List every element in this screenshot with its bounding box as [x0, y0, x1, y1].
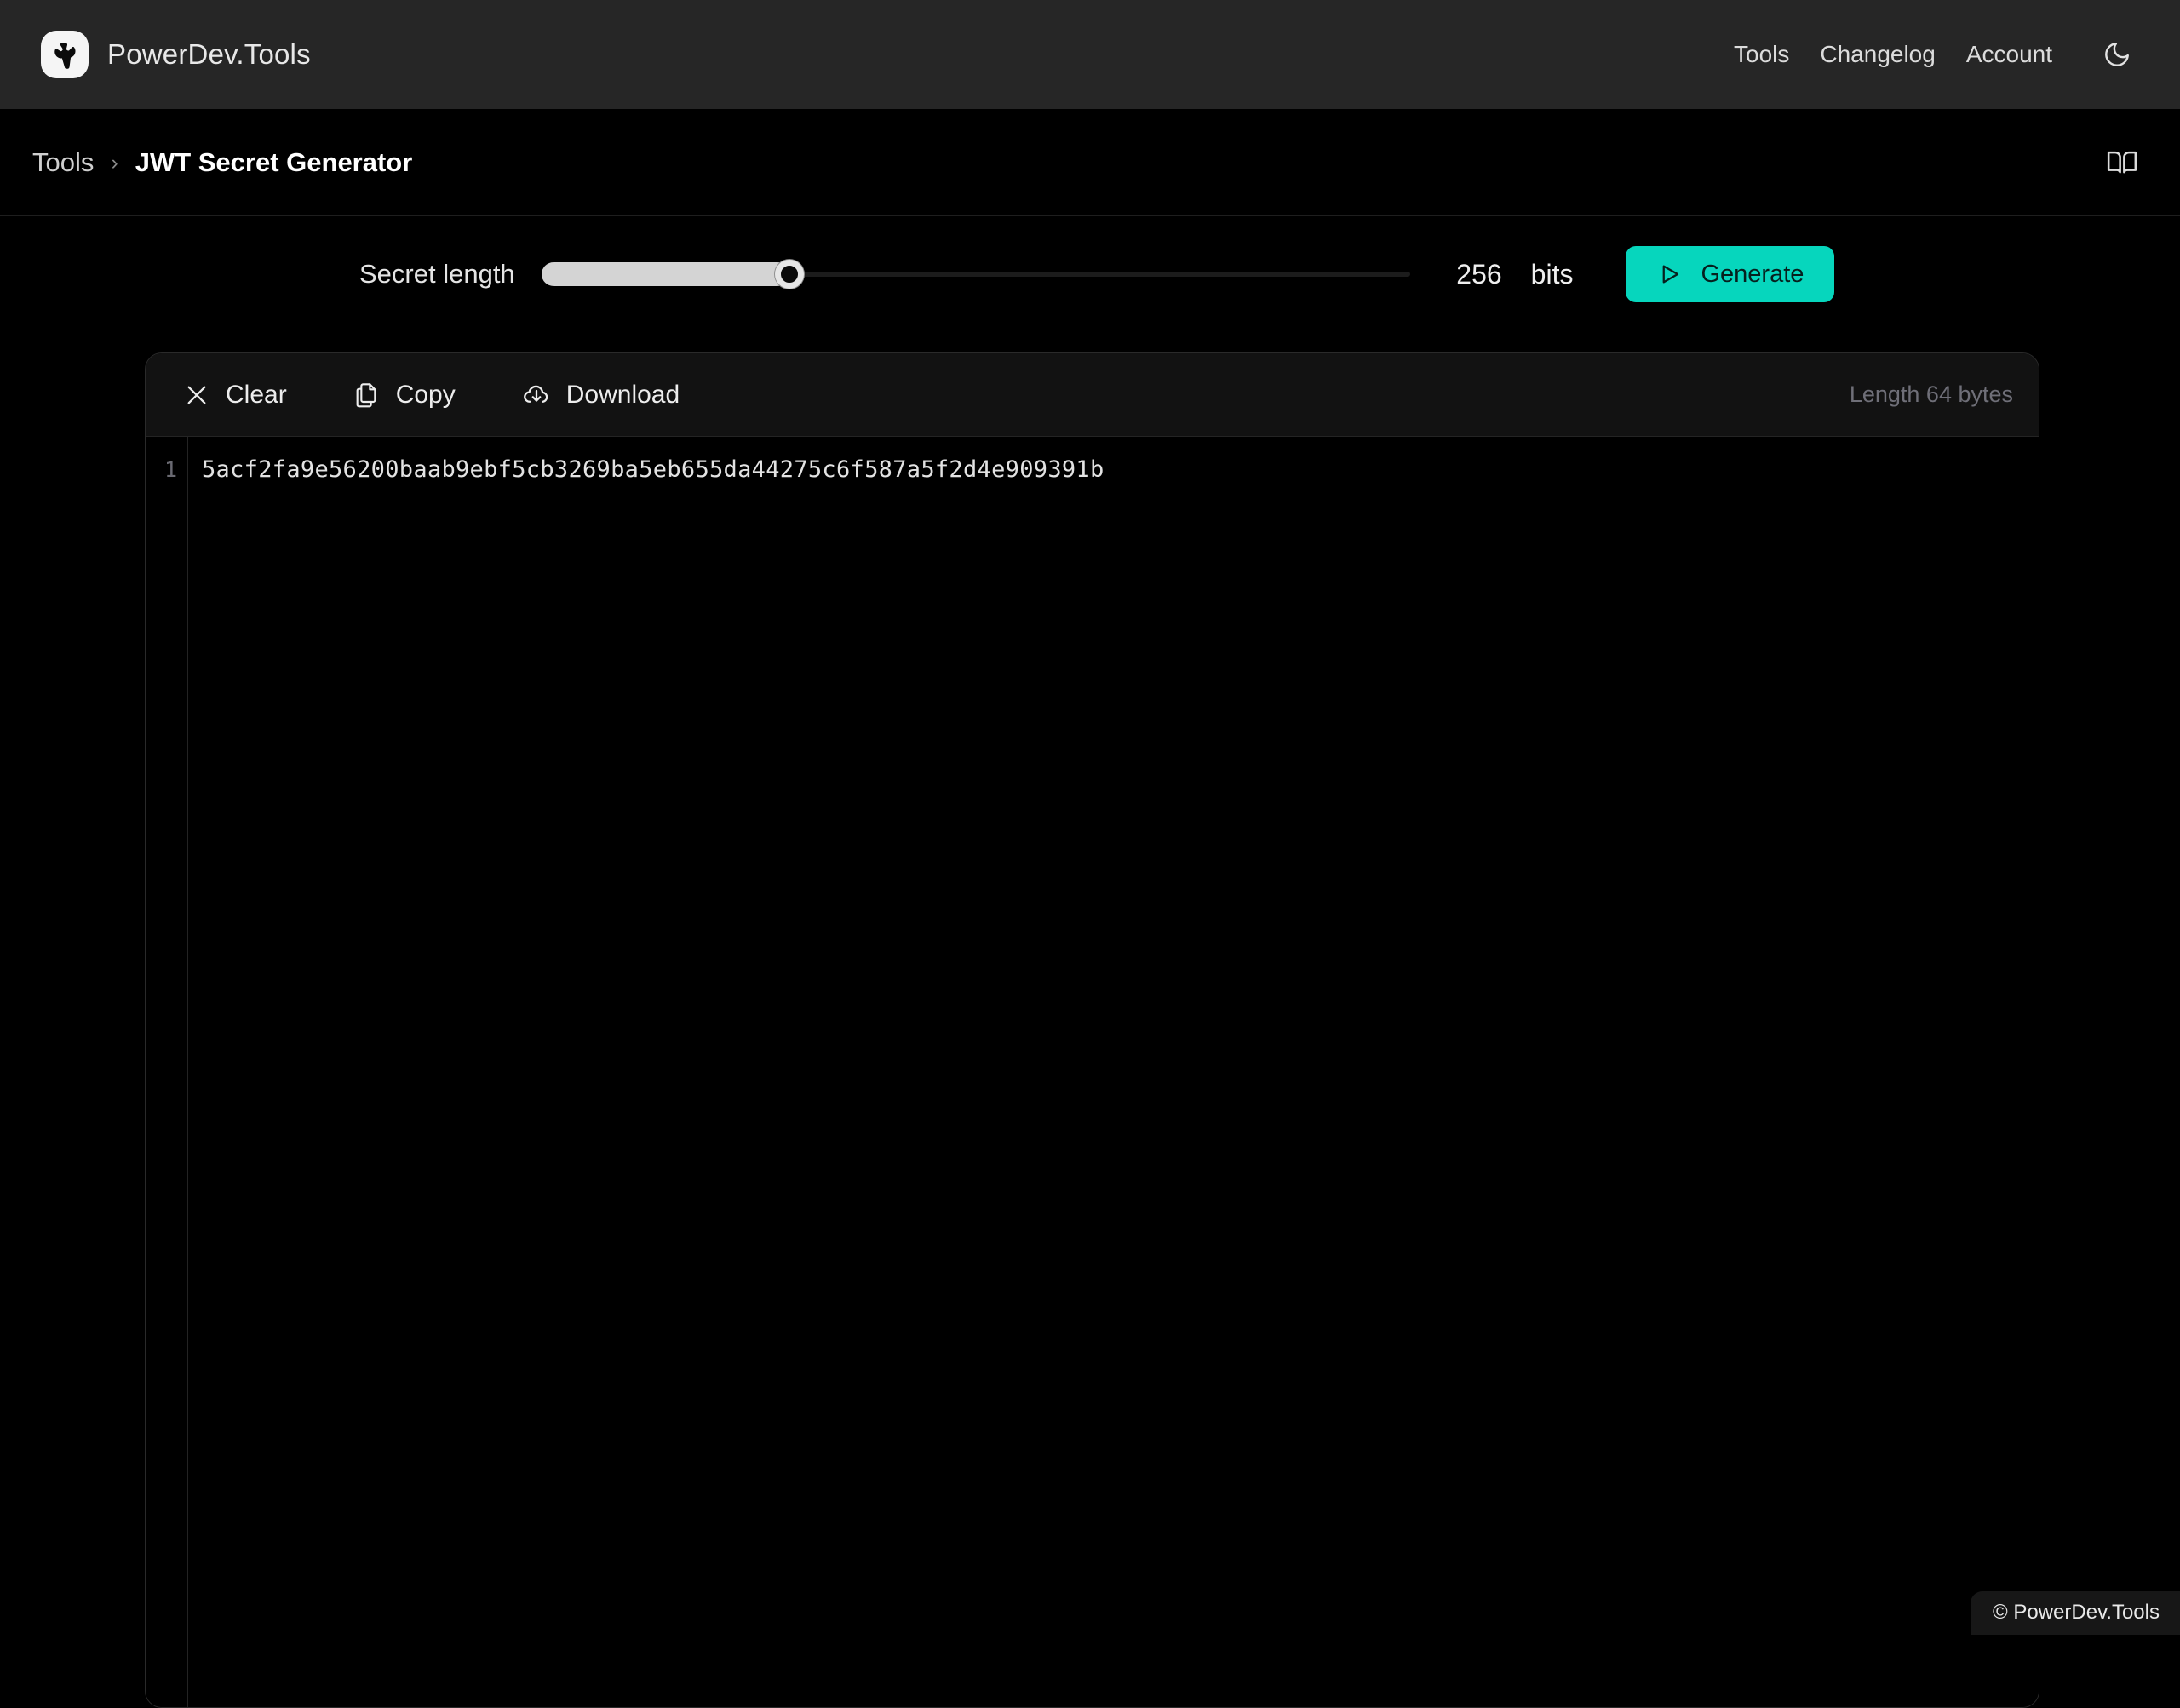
brand[interactable]: PowerDev.Tools: [41, 31, 311, 78]
moon-icon[interactable]: [2095, 32, 2139, 77]
book-icon[interactable]: [2098, 139, 2146, 186]
breadcrumb: Tools › JWT Secret Generator: [32, 147, 412, 178]
clear-button[interactable]: Clear: [168, 370, 302, 421]
download-button[interactable]: Download: [507, 370, 695, 421]
play-icon: [1656, 261, 1682, 287]
line-number: 1: [164, 457, 177, 482]
cloud-download-icon: [522, 381, 551, 410]
generated-secret-value: 5acf2fa9e56200baab9ebf5cb3269ba5eb655da4…: [202, 456, 1104, 483]
code-area[interactable]: 5acf2fa9e56200baab9ebf5cb3269ba5eb655da4…: [188, 437, 2039, 1707]
top-navbar: PowerDev.Tools Tools Changelog Account: [0, 0, 2180, 109]
slider-thumb[interactable]: [775, 260, 805, 289]
control-row: Secret length 256 bits Generate: [0, 216, 2180, 332]
generate-button-label: Generate: [1701, 260, 1804, 288]
line-number-gutter: 1: [146, 437, 188, 1707]
slider-unit: bits: [1530, 258, 1574, 289]
breadcrumb-root-link[interactable]: Tools: [32, 147, 94, 178]
generate-button[interactable]: Generate: [1626, 246, 1835, 302]
nav-link-changelog[interactable]: Changelog: [1820, 41, 1935, 68]
output-panel: Clear Copy Download Length 64 bytes 1 5a…: [145, 352, 2039, 1708]
close-x-icon: [183, 381, 210, 409]
brand-name: PowerDev.Tools: [107, 38, 311, 70]
output-editor[interactable]: 1 5acf2fa9e56200baab9ebf5cb3269ba5eb655d…: [146, 437, 2039, 1707]
nav-link-tools[interactable]: Tools: [1734, 41, 1789, 68]
breadcrumb-bar: Tools › JWT Secret Generator: [0, 109, 2180, 216]
download-button-label: Download: [565, 380, 680, 409]
copy-button[interactable]: Copy: [338, 370, 471, 421]
wrench-icon: [41, 31, 89, 78]
chevron-right-icon: ›: [111, 151, 118, 175]
slider-value: 256: [1456, 258, 1502, 289]
nav-links: Tools Changelog Account: [1734, 32, 2139, 77]
secret-length-slider[interactable]: [541, 257, 1410, 291]
clear-button-label: Clear: [226, 380, 287, 409]
secret-length-label: Secret length: [359, 259, 515, 289]
page-body: Tools › JWT Secret Generator Secret leng…: [0, 109, 2180, 1708]
output-toolbar: Clear Copy Download Length 64 bytes: [146, 353, 2039, 437]
copy-documents-icon: [353, 381, 381, 409]
copy-button-label: Copy: [395, 380, 456, 409]
nav-link-account[interactable]: Account: [1966, 41, 2052, 68]
footer-copyright: © PowerDev.Tools: [1971, 1591, 2180, 1635]
slider-fill: [541, 262, 790, 286]
page-title: JWT Secret Generator: [135, 146, 413, 177]
output-length-label: Length 64 bytes: [1849, 381, 2013, 407]
